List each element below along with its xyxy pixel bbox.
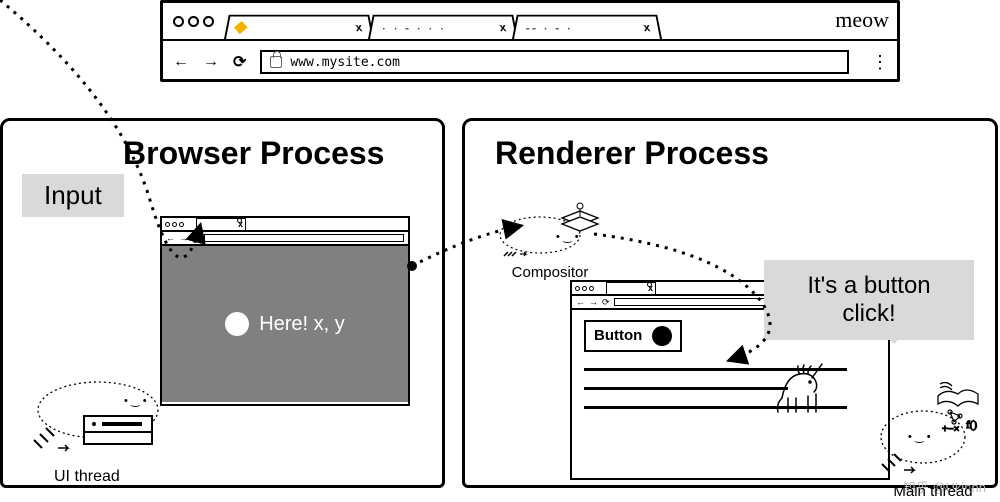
hit-point-icon: [225, 312, 249, 336]
input-event-label: Input: [22, 174, 124, 217]
page-button[interactable]: Button: [584, 320, 682, 352]
svg-text:• ‿ •: • ‿ •: [908, 431, 931, 443]
tab-label: · · - · · ·: [381, 21, 446, 35]
main-thread: • ‿ • f() +−× Main thread: [878, 382, 988, 500]
lock-icon: [270, 56, 282, 68]
svg-text:f(): f(): [966, 419, 977, 431]
browser-chrome-window: x · · - · · · x -- · - · x meow ← → ⟳ ww…: [160, 0, 900, 82]
main-thread-label: Main thread: [878, 483, 988, 500]
tab-strip: x · · - · · · x -- · - · x meow: [163, 3, 897, 41]
button-label: Button: [594, 327, 642, 344]
toolbar: ← → ⟳ www.mysite.com ⋮: [163, 41, 897, 83]
ui-thread-label: UI thread: [54, 468, 120, 486]
compositor-label: Compositor: [490, 264, 610, 281]
tab-3[interactable]: -- · - · x: [512, 15, 662, 39]
menu-icon[interactable]: ⋮: [871, 52, 887, 73]
tab-1[interactable]: x: [224, 15, 374, 39]
close-icon[interactable]: x: [643, 21, 654, 34]
hit-coordinates-label: Here! x, y: [259, 313, 345, 336]
ui-thread-icon: • ‿ •: [28, 370, 188, 460]
svg-text:• ‿ •: • ‿ •: [556, 231, 579, 243]
address-bar[interactable]: www.mysite.com: [260, 50, 849, 74]
window-controls[interactable]: [173, 16, 214, 27]
close-icon[interactable]: x: [355, 21, 366, 34]
compositor-thread: • ‿ • Compositor: [490, 200, 610, 281]
panel-title: Renderer Process: [495, 135, 769, 172]
click-point-icon: [652, 326, 672, 346]
ui-thread: • ‿ •: [28, 370, 188, 465]
panel-title: Browser Process: [123, 135, 384, 172]
unicorn-illustration: [770, 352, 830, 416]
svg-text:+−×: +−×: [942, 424, 960, 435]
brand-label: meow: [835, 7, 889, 33]
tab-label: -- · - ·: [525, 21, 573, 35]
close-icon[interactable]: x: [499, 21, 510, 34]
back-icon[interactable]: ←: [173, 53, 189, 71]
speech-bubble: It's a button click!: [764, 260, 974, 340]
hit-test-window: x ←→⟳ Here! x, y: [160, 216, 410, 406]
main-thread-icon: • ‿ • f() +−×: [878, 382, 988, 482]
url-text: www.mysite.com: [290, 55, 400, 70]
forward-icon[interactable]: →: [203, 53, 219, 71]
svg-text:• ‿ •: • ‿ •: [124, 395, 147, 407]
compositor-icon: • ‿ •: [490, 200, 610, 260]
reload-icon[interactable]: ⟳: [233, 52, 246, 72]
tab-2[interactable]: · · - · · · x: [368, 15, 518, 39]
